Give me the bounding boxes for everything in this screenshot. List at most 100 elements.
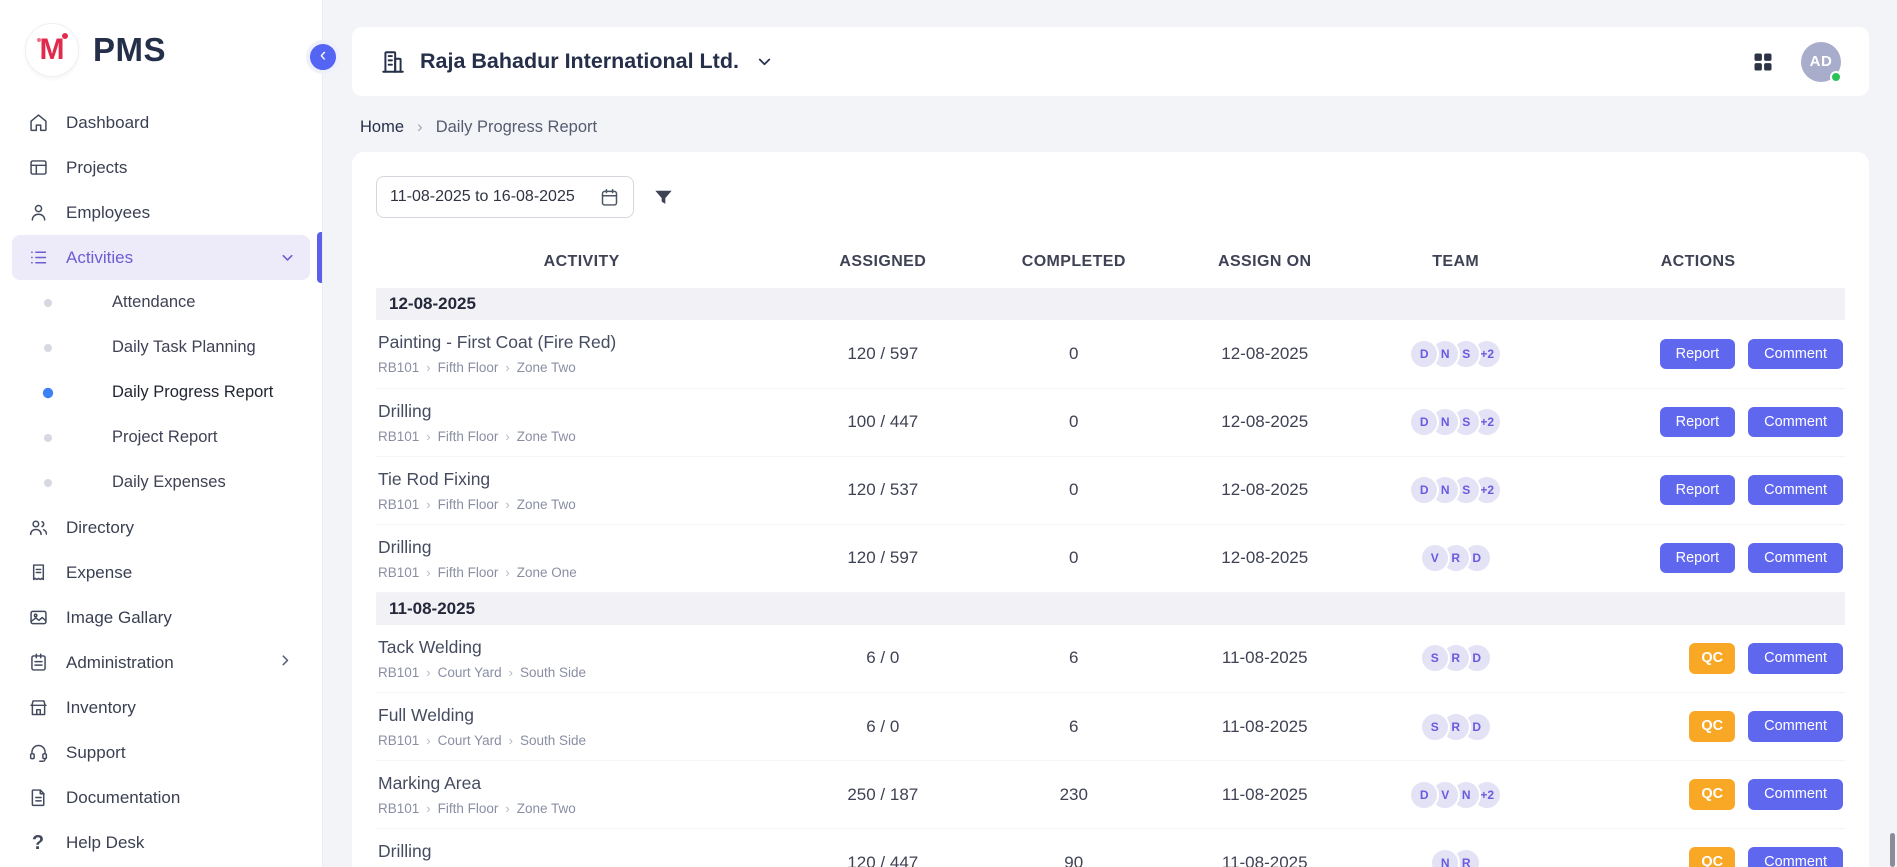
completed-value: 6 <box>978 625 1169 693</box>
sidebar-item-inventory[interactable]: Inventory <box>0 685 322 730</box>
chevron-right-icon: › <box>426 565 430 580</box>
sidebar-item-label: Directory <box>66 518 296 538</box>
date-group-label: 11-08-2025 <box>376 592 1845 625</box>
location-segment: Court Yard <box>438 665 502 680</box>
app-logo: M <box>26 24 78 76</box>
sidebar-item-label: Expense <box>66 563 296 583</box>
sidebar-item-directory[interactable]: Directory <box>0 505 322 550</box>
column-header-assigned: ASSIGNED <box>787 238 978 288</box>
sidebar-item-label: Documentation <box>66 788 296 808</box>
vertical-scrollbar-thumb[interactable] <box>1890 833 1895 867</box>
sidebar-collapse-button[interactable]: ‹ <box>306 40 340 74</box>
sidebar-item-label: Administration <box>66 653 262 673</box>
chevron-right-icon: › <box>426 429 430 444</box>
comment-button[interactable]: Comment <box>1748 643 1843 674</box>
sidebar-item-administration[interactable]: Administration <box>0 640 322 685</box>
user-avatar[interactable]: AD <box>1801 42 1841 82</box>
qc-button[interactable]: QC <box>1689 847 1735 867</box>
breadcrumb-home[interactable]: Home <box>360 118 404 137</box>
report-button[interactable]: Report <box>1660 475 1736 506</box>
chevron-left-icon: ‹ <box>320 46 326 65</box>
sidebar-subitem-daily-progress-report[interactable]: Daily Progress Report <box>0 370 322 415</box>
sidebar-item-projects[interactable]: Projects <box>0 145 322 190</box>
sidebar-item-dashboard[interactable]: Dashboard <box>0 100 322 145</box>
row-actions: QC Comment <box>1551 711 1843 742</box>
sidebar-subitem-daily-task-planning[interactable]: Daily Task Planning <box>0 325 322 370</box>
completed-value: 90 <box>978 829 1169 867</box>
location-segment: South Side <box>520 665 586 680</box>
activity-title: Tack Welding <box>378 637 779 658</box>
company-selector[interactable]: Raja Bahadur International Ltd. <box>380 49 774 75</box>
apps-grid-icon[interactable] <box>1751 50 1775 74</box>
report-button[interactable]: Report <box>1660 407 1736 438</box>
row-actions: Report Comment <box>1551 407 1843 438</box>
sidebar-item-image-gallary[interactable]: Image Gallary <box>0 595 322 640</box>
assign-on-value: 12-08-2025 <box>1169 320 1360 388</box>
location-segment: Fifth Floor <box>438 565 499 580</box>
sidebar-subitem-label: Attendance <box>112 293 195 312</box>
directory-icon <box>26 516 50 540</box>
location-segment: RB101 <box>378 360 419 375</box>
assigned-value: 6 / 0 <box>787 625 978 693</box>
location-segment: Fifth Floor <box>438 429 499 444</box>
activity-title: Drilling <box>378 401 779 422</box>
sidebar-subitem-project-report[interactable]: Project Report <box>0 415 322 460</box>
team-avatars: DNS+2 <box>1409 339 1502 369</box>
sidebar-item-employees[interactable]: Employees <box>0 190 322 235</box>
activity-title: Marking Area <box>378 773 779 794</box>
location-segment: South Side <box>520 733 586 748</box>
row-actions: QC Comment <box>1551 779 1843 810</box>
chevron-right-icon: › <box>509 733 513 748</box>
qc-button[interactable]: QC <box>1689 711 1735 742</box>
date-range-input[interactable]: 11-08-2025 to 16-08-2025 <box>376 176 634 218</box>
sidebar-item-expense[interactable]: Expense <box>0 550 322 595</box>
row-actions: QC Comment <box>1551 643 1843 674</box>
sidebar-item-activities[interactable]: Activities <box>12 235 310 280</box>
sidebar-item-label: Inventory <box>66 698 296 718</box>
location-segment: RB101 <box>378 665 419 680</box>
report-button[interactable]: Report <box>1660 339 1736 370</box>
column-header-actions: ACTIONS <box>1551 238 1845 288</box>
inventory-icon <box>26 696 50 720</box>
comment-button[interactable]: Comment <box>1748 339 1843 370</box>
sidebar-item-help-desk[interactable]: ?Help Desk <box>0 820 322 865</box>
activity-row: Tie Rod FixingRB101›Fifth Floor›Zone Two… <box>376 456 1845 524</box>
comment-button[interactable]: Comment <box>1748 475 1843 506</box>
filter-icon[interactable] <box>652 186 675 209</box>
expense-icon <box>26 561 50 585</box>
sidebar-item-label: Dashboard <box>66 113 296 133</box>
column-header-completed: COMPLETED <box>978 238 1169 288</box>
chevron-right-icon: › <box>426 801 430 816</box>
activity-row: Marking AreaRB101›Fifth Floor›Zone Two25… <box>376 761 1845 829</box>
logo-link[interactable]: M PMS <box>0 0 322 100</box>
sidebar-item-label: Projects <box>66 158 296 178</box>
comment-button[interactable]: Comment <box>1748 543 1843 574</box>
activity-location-path: RB101›Fifth Floor›Zone Two <box>378 497 779 512</box>
assigned-value: 120 / 537 <box>787 456 978 524</box>
sidebar-subitem-attendance[interactable]: Attendance <box>0 280 322 325</box>
report-button[interactable]: Report <box>1660 543 1736 574</box>
main-content: Raja Bahadur International Ltd. AD Home … <box>324 0 1897 867</box>
team-avatars: DVN+2 <box>1409 780 1502 810</box>
column-header-team: TEAM <box>1360 238 1551 288</box>
qc-button[interactable]: QC <box>1689 643 1735 674</box>
row-actions: Report Comment <box>1551 543 1843 574</box>
completed-value: 0 <box>978 320 1169 388</box>
comment-button[interactable]: Comment <box>1748 407 1843 438</box>
qc-button[interactable]: QC <box>1689 779 1735 810</box>
sidebar-item-documentation[interactable]: Documentation <box>0 775 322 820</box>
chevron-right-icon: › <box>505 565 509 580</box>
sidebar-item-support[interactable]: Support <box>0 730 322 775</box>
comment-button[interactable]: Comment <box>1748 847 1843 867</box>
team-avatar: D <box>1409 780 1439 810</box>
sidebar-subitem-daily-expenses[interactable]: Daily Expenses <box>0 460 322 505</box>
activity-location-path: RB101›Court Yard›South Side <box>378 665 779 680</box>
location-segment: RB101 <box>378 497 419 512</box>
online-status-dot <box>1830 71 1842 83</box>
assign-on-value: 12-08-2025 <box>1169 388 1360 456</box>
team-avatars: VRD <box>1420 543 1492 573</box>
comment-button[interactable]: Comment <box>1748 711 1843 742</box>
activity-location-path: RB101›Fifth Floor›Zone One <box>378 565 779 580</box>
team-avatar: D <box>1409 475 1439 505</box>
comment-button[interactable]: Comment <box>1748 779 1843 810</box>
